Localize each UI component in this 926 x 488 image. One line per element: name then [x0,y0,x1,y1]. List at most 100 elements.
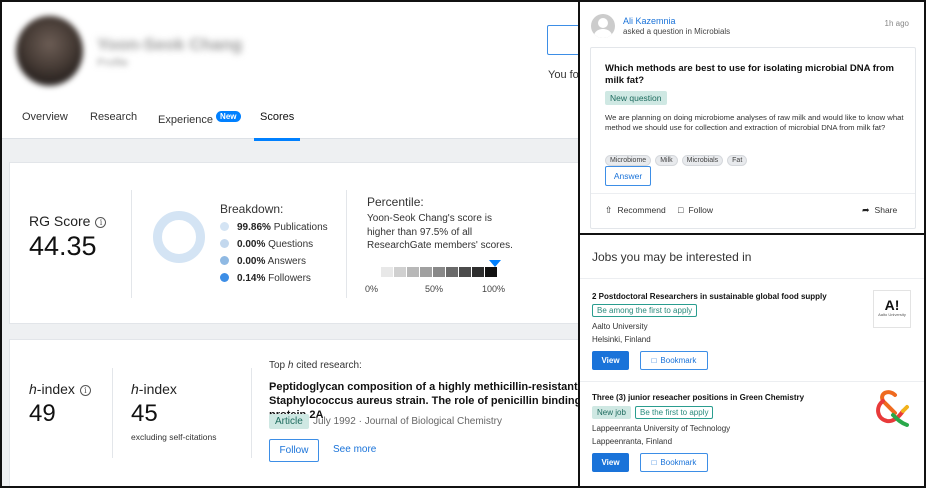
scale-tick: 50% [425,284,444,294]
rg-score-value: 44.35 [29,231,97,261]
lut-university-logo [876,390,909,427]
asker-avatar[interactable] [591,14,615,38]
share-label: Share [874,205,898,215]
share-button[interactable]: ➦ Share [862,205,897,216]
jobs-title: Jobs you may be interested in [592,250,752,264]
profile-tabs: Overview Research Experience New Scores [2,102,578,141]
bookmark-job-button[interactable]: □ Bookmark [640,351,708,370]
job-organization[interactable]: Lappeenranta University of Technology [592,424,730,433]
info-icon[interactable]: i [95,217,107,228]
job-title-link[interactable]: 2 Postdoctoral Researchers in sustainabl… [592,292,827,301]
see-more-link[interactable]: See more [333,444,376,455]
breakdown-row-publications: 99.86% Publications [220,222,328,233]
top-cited-post: cited research: [293,360,362,371]
percentile-scale-cell [459,267,471,277]
rg-score-card: RG Score i 44.35 Breakdown: 99.86% Public… [9,162,578,324]
follow-question-button[interactable]: □ Follow [678,205,713,215]
tab-experience-label: Experience [158,114,214,126]
top-cited-label: Top h cited research: [269,360,362,371]
tab-overview[interactable]: Overview [22,111,68,123]
jobs-panel: Jobs you may be interested in 2 Postdoct… [578,235,926,488]
breakdown-value: 0.00% [237,239,266,250]
h-index-value: 49 [29,400,56,427]
follow-status-text: You fol [548,69,578,81]
bookmark-icon: □ [678,205,684,215]
job-organization[interactable]: Aalto University [592,322,648,331]
profile-header: Yoon-Seok Chang Profile You fol Overview… [2,2,578,141]
percentile-scale-cell [433,267,445,277]
question-actions: ⇧ Recommend □ Follow ➦ Share [591,193,915,229]
breakdown-row-questions: 0.00% Questions [220,239,313,250]
h-index-suffix: -index [36,381,75,397]
question-panel: Ali Kazemnia asked a question in Microbi… [578,0,926,235]
recommend-button[interactable]: ⇧ Recommend [605,205,666,216]
job-title-link[interactable]: Three (3) junior reseacher positions in … [592,393,804,402]
percentile-scale [368,267,498,277]
job-apply-tag: Be among the first to apply [592,304,698,317]
divider [131,190,132,298]
answer-button[interactable]: Answer [605,166,651,186]
scale-tick: 100% [482,284,506,294]
percentile-marker [488,260,501,267]
breakdown-name: Followers [268,273,311,284]
percentile-description: Yoon-Seok Chang's score is higher than 9… [367,213,513,251]
rg-score-label-text: RG Score [29,213,91,229]
question-body: We are planning on doing microbiome anal… [605,113,904,132]
bookmark-icon: □ [651,356,657,365]
tab-scores[interactable]: Scores [253,111,301,141]
topic-list: Microbiome Milk Microbials Fat [605,149,751,167]
follow-paper-button[interactable]: Follow [269,439,319,462]
tab-experience[interactable]: Experience New [158,111,241,126]
rg-score-label: RG Score i [29,213,107,229]
topic-chip[interactable]: Milk [655,155,678,166]
bookmark-job-button[interactable]: □ Bookmark [640,453,708,472]
profile-action-button[interactable] [547,25,578,55]
bookmark-label: Bookmark [660,458,697,467]
breakdown-row-answers: 0.00% Answers [220,256,306,267]
bookmark-icon: □ [651,458,657,467]
question-timestamp: 1h ago [884,19,909,28]
profile-panel: Yoon-Seok Chang Profile You fol Overview… [0,0,578,488]
article-type-badge: Article [269,414,309,429]
logo-subtext: Aalto University [878,312,906,317]
percentile-scale-cell [407,267,419,277]
job-location: Helsinki, Finland [592,335,651,344]
job-location: Lappeenranta, Finland [592,437,673,446]
percentile-scale-cell [485,267,497,277]
legend-dot [220,256,229,265]
asker-name-link[interactable]: Ali Kazemnia [623,16,676,26]
view-job-button[interactable]: View [592,351,629,370]
logo-mark: A! [884,297,900,313]
h-index-excl-value: 45 [131,400,158,427]
new-job-badge: New job [592,406,631,419]
profile-name[interactable]: Yoon-Seok Chang [97,35,242,55]
breakdown-name: Publications [273,222,328,233]
view-job-button[interactable]: View [592,453,629,472]
info-icon[interactable]: i [79,385,91,396]
share-icon: ➦ [862,205,870,215]
recommend-label: Recommend [617,205,666,215]
topic-chip[interactable]: Microbiome [605,155,652,166]
divider [112,368,113,458]
follow-label: Follow [688,205,713,215]
breakdown-name: Questions [268,239,314,250]
legend-dot [220,239,229,248]
percentile-scale-cell [472,267,484,277]
question-title-link[interactable]: Which methods are best to use for isolat… [605,63,897,87]
h-index-excl-caption: excluding self-citations [131,432,217,442]
topic-chip[interactable]: Fat [727,155,748,166]
breakdown-value: 0.00% [237,256,266,267]
profile-avatar[interactable] [16,16,83,86]
percentile-scale-cell [368,267,380,277]
percentile-scale-cell [394,267,406,277]
percentile-title: Percentile: [367,195,424,209]
paper-meta: July 1992 · Journal of Biological Chemis… [313,416,502,427]
legend-dot [220,222,229,231]
top-cited-pre: Top [269,360,288,371]
h-index-label: h-index i [29,381,91,397]
percentile-scale-cell [381,267,393,277]
topic-chip[interactable]: Microbials [681,155,724,166]
breakdown-value: 99.86% [237,222,271,233]
asked-in-text: asked a question in Microbials [623,27,731,36]
tab-research[interactable]: Research [90,111,137,123]
